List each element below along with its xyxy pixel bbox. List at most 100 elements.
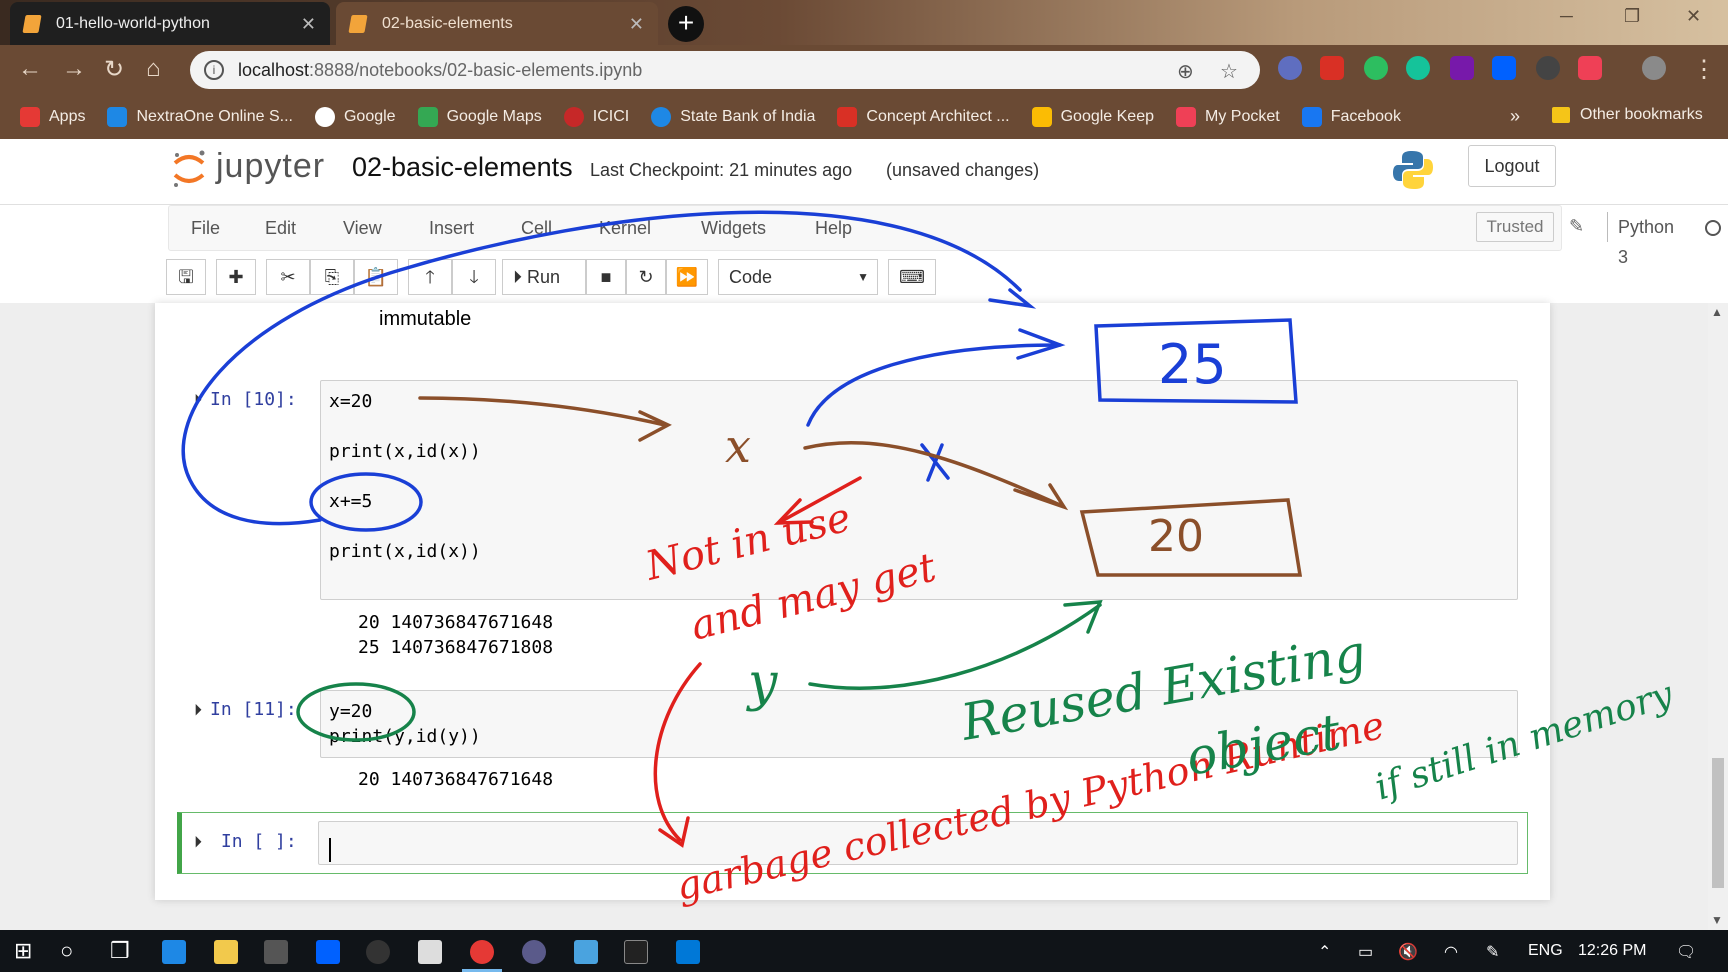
keyboard-icon[interactable]: ⌨ bbox=[888, 259, 936, 295]
tray-expand-icon[interactable]: ⌃ bbox=[1318, 942, 1331, 962]
bookmark-google-maps[interactable]: Google Maps bbox=[417, 107, 542, 127]
save-icon[interactable]: 🖫 bbox=[166, 259, 206, 295]
run-cell-icon[interactable]: ⏵ bbox=[194, 700, 202, 720]
edge-icon[interactable] bbox=[162, 940, 186, 964]
page-scrollbar[interactable]: ▲ ▼ bbox=[1708, 303, 1728, 930]
paste-icon[interactable]: 📋 bbox=[354, 259, 398, 295]
home-icon[interactable]: ⌂ bbox=[146, 55, 161, 83]
bookmark-star-icon[interactable]: ☆ bbox=[1220, 59, 1238, 84]
restart-run-all-icon[interactable]: ⏩ bbox=[666, 259, 708, 295]
bookmark-my-pocket[interactable]: My Pocket bbox=[1176, 107, 1280, 127]
grammarly-icon[interactable] bbox=[1406, 56, 1430, 80]
logout-button[interactable]: Logout bbox=[1468, 145, 1556, 187]
tab-close-icon[interactable]: ✕ bbox=[629, 14, 644, 35]
bookmark-google-keep[interactable]: Google Keep bbox=[1031, 107, 1154, 127]
bookmark-icici[interactable]: ICICI bbox=[563, 107, 629, 127]
tab-basic-elements[interactable]: 02-basic-elements ✕ bbox=[336, 2, 658, 46]
onenote-icon[interactable] bbox=[1450, 56, 1474, 80]
run-button[interactable]: ⏵ Run bbox=[502, 259, 586, 295]
menu-cell[interactable]: Cell bbox=[521, 218, 552, 239]
menu-insert[interactable]: Insert bbox=[429, 218, 474, 239]
menu-file[interactable]: File bbox=[191, 218, 220, 239]
zoom-icon[interactable]: ⊕ bbox=[1177, 59, 1194, 84]
search-icon[interactable]: ○ bbox=[60, 938, 73, 964]
tab-hello-world[interactable]: 01-hello-world-python ✕ bbox=[10, 2, 330, 46]
file-explorer-icon[interactable] bbox=[214, 940, 238, 964]
windows-start-icon[interactable]: ⊞ bbox=[14, 938, 32, 964]
eclipse-icon[interactable] bbox=[522, 940, 546, 964]
pen-icon[interactable]: ✎ bbox=[1486, 942, 1499, 962]
task-view-icon[interactable]: ❒ bbox=[110, 938, 130, 964]
code-cell-input[interactable]: x=20 print(x,id(x)) x+=5 print(x,id(x)) bbox=[320, 380, 1518, 600]
trusted-indicator[interactable]: Trusted bbox=[1476, 212, 1554, 242]
mail-icon[interactable] bbox=[418, 940, 442, 964]
language-indicator[interactable]: ENG bbox=[1528, 942, 1563, 960]
bookmark-apps[interactable]: Apps bbox=[20, 107, 85, 127]
bookmark-facebook[interactable]: Facebook bbox=[1301, 107, 1401, 127]
extension-icon[interactable] bbox=[1278, 56, 1302, 80]
active-code-cell[interactable]: ⏵ In [ ]: bbox=[177, 812, 1528, 874]
menu-edit[interactable]: Edit bbox=[265, 218, 296, 239]
copy-icon[interactable]: ⎘ bbox=[310, 259, 354, 295]
battery-icon[interactable]: ▭ bbox=[1358, 942, 1373, 962]
store-icon[interactable] bbox=[264, 940, 288, 964]
notifications-icon[interactable]: 🗨 bbox=[1676, 942, 1696, 962]
code-cell-input[interactable] bbox=[318, 821, 1518, 865]
paint-icon[interactable] bbox=[574, 940, 598, 964]
notebook-title[interactable]: 02-basic-elements bbox=[352, 152, 573, 183]
dropbox-icon[interactable] bbox=[1492, 56, 1516, 80]
clock[interactable]: 12:26 PM bbox=[1578, 942, 1646, 960]
scrollbar-thumb[interactable] bbox=[1712, 758, 1724, 888]
terminal-icon[interactable] bbox=[624, 940, 648, 964]
evernote-icon[interactable] bbox=[1364, 56, 1388, 80]
site-info-icon[interactable]: i bbox=[204, 60, 224, 80]
extension-icon[interactable] bbox=[1536, 56, 1560, 80]
cell-type-select[interactable]: Code ▼ bbox=[718, 259, 878, 295]
bookmark-concept-architect[interactable]: Concept Architect ... bbox=[837, 107, 1010, 127]
dropbox-icon[interactable] bbox=[316, 940, 340, 964]
scroll-up-icon[interactable]: ▲ bbox=[1711, 305, 1723, 319]
reload-icon[interactable]: ↻ bbox=[104, 55, 124, 84]
close-window-icon[interactable]: ✕ bbox=[1686, 6, 1701, 27]
jupyter-logo-icon[interactable] bbox=[172, 149, 206, 189]
bookmark-google[interactable]: Google bbox=[314, 107, 396, 127]
code-line: x+=5 bbox=[329, 491, 373, 512]
wifi-icon[interactable]: ◠ bbox=[1444, 942, 1458, 962]
menu-help[interactable]: Help bbox=[815, 218, 852, 239]
other-bookmarks[interactable]: Other bookmarks bbox=[1552, 106, 1703, 124]
menu-widgets[interactable]: Widgets bbox=[701, 218, 766, 239]
insert-cell-icon[interactable]: ✚ bbox=[216, 259, 256, 295]
edit-pencil-icon[interactable]: ✎ bbox=[1569, 216, 1584, 237]
kernel-name[interactable]: Python 3 bbox=[1607, 212, 1674, 267]
gmail-icon[interactable] bbox=[1320, 56, 1344, 80]
chrome-icon[interactable] bbox=[470, 940, 494, 964]
infinity-app-icon[interactable] bbox=[366, 940, 390, 964]
bookmark-sbi[interactable]: State Bank of India bbox=[651, 107, 815, 127]
move-down-icon[interactable]: 🡓 bbox=[452, 259, 496, 295]
minimize-icon[interactable]: ─ bbox=[1560, 6, 1573, 27]
menu-view[interactable]: View bbox=[343, 218, 382, 239]
cut-icon[interactable]: ✂ bbox=[266, 259, 310, 295]
more-bookmarks-icon[interactable]: » bbox=[1510, 106, 1520, 127]
restore-icon[interactable]: ❐ bbox=[1624, 6, 1640, 27]
vscode-icon[interactable] bbox=[676, 940, 700, 964]
python-logo-icon bbox=[1393, 151, 1433, 189]
new-tab-button[interactable]: + bbox=[668, 6, 704, 42]
interrupt-icon[interactable]: ■ bbox=[586, 259, 626, 295]
pocket-icon[interactable] bbox=[1578, 56, 1602, 80]
scroll-down-icon[interactable]: ▼ bbox=[1711, 913, 1723, 927]
restart-icon[interactable]: ↻ bbox=[626, 259, 666, 295]
bookmark-nextraone[interactable]: NextraOne Online S... bbox=[107, 107, 293, 127]
back-icon[interactable]: ← bbox=[18, 55, 42, 83]
run-cell-icon[interactable]: ⏵ bbox=[194, 390, 202, 410]
avatar[interactable] bbox=[1642, 56, 1666, 80]
address-bar[interactable]: i localhost :8888/notebooks/02-basic-ele… bbox=[190, 51, 1260, 89]
move-up-icon[interactable]: 🡑 bbox=[408, 259, 452, 295]
menu-kernel[interactable]: Kernel bbox=[599, 218, 651, 239]
run-cell-icon[interactable]: ⏵ bbox=[194, 832, 202, 852]
menu-kebab-icon[interactable]: ⋮ bbox=[1692, 55, 1716, 84]
forward-icon[interactable]: → bbox=[62, 55, 86, 83]
tab-close-icon[interactable]: ✕ bbox=[301, 14, 316, 35]
volume-muted-icon[interactable]: 🔇 bbox=[1398, 942, 1418, 962]
code-cell-input[interactable]: y=20 print(y,id(y)) bbox=[320, 690, 1518, 758]
